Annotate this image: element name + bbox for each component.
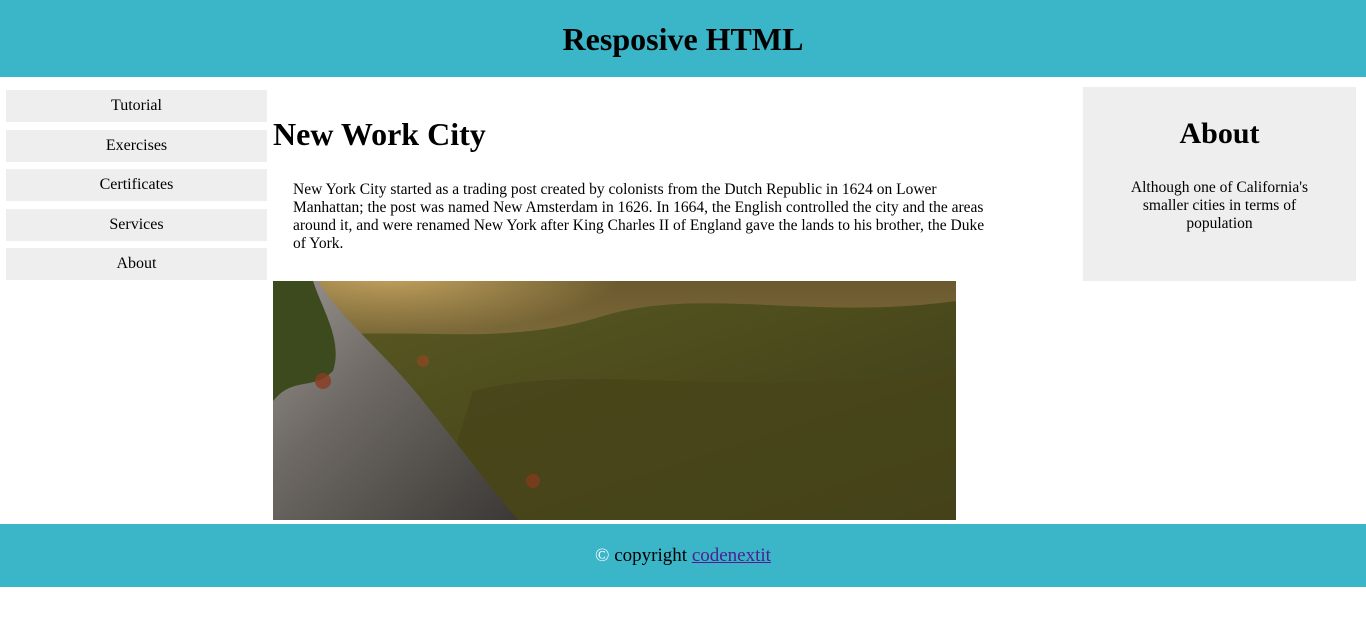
menu-item-tutorial[interactable]: Tutorial	[6, 90, 267, 122]
about-text: Although one of California's smaller cit…	[1130, 179, 1309, 232]
landscape-image	[273, 281, 956, 520]
menu-item-about[interactable]: About	[6, 248, 267, 280]
menu-item-certificates[interactable]: Certificates	[6, 169, 267, 201]
menu-item-services[interactable]: Services	[6, 208, 267, 241]
about-sidebar: About Although one of California's small…	[1083, 87, 1356, 281]
main-paragraph: New York City started as a trading post …	[293, 181, 985, 252]
site-title: Resposive HTML	[562, 21, 804, 57]
site-footer: © copyright codenextit	[0, 524, 1366, 587]
site-header: Resposive HTML	[0, 0, 1366, 77]
copyright-symbol: ©	[595, 545, 610, 566]
copyright-text: copyright	[614, 545, 688, 566]
menu-item-exercises[interactable]: Exercises	[6, 129, 267, 162]
side-menu: Tutorial Exercises Certificates Services…	[6, 90, 267, 288]
about-heading: About	[1179, 117, 1260, 150]
footer-link[interactable]: codenextit	[692, 545, 771, 566]
main-heading: New Work City	[273, 116, 486, 152]
